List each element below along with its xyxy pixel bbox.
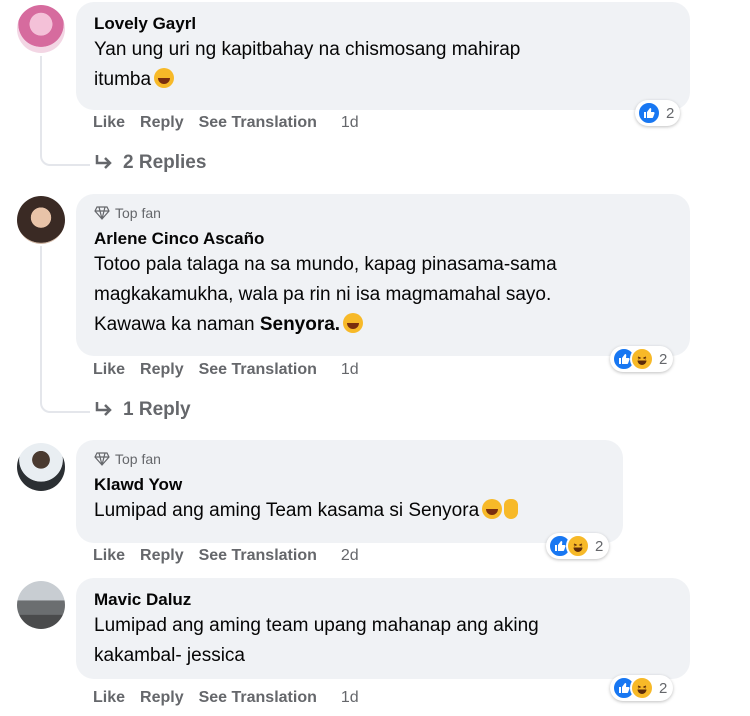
avatar[interactable] <box>17 443 65 491</box>
like-button[interactable]: Like <box>93 547 125 565</box>
grinning-emoji-icon <box>482 499 503 519</box>
comment-text: Totoo pala talaga na sa mundo, kapag pin… <box>94 254 557 335</box>
reply-button[interactable]: Reply <box>140 114 184 132</box>
haha-reaction-icon <box>630 676 654 700</box>
top-fan-badge: Top fan <box>94 450 607 468</box>
reply-button[interactable]: Reply <box>140 689 184 707</box>
comment-timestamp[interactable]: 1d <box>341 361 359 379</box>
reaction-summary[interactable]: 2 <box>546 533 610 559</box>
reply-button[interactable]: Reply <box>140 361 184 379</box>
reaction-summary[interactable]: 2 <box>610 346 674 372</box>
comment-actions: Like Reply See Translation 2d <box>93 547 374 565</box>
victory-hand-emoji-icon <box>504 499 519 519</box>
laughing-emoji-icon <box>154 68 175 88</box>
reaction-count: 2 <box>659 679 668 697</box>
see-translation-button[interactable]: See Translation <box>199 689 317 707</box>
commenter-name[interactable]: Arlene Cinco Ascaño <box>94 228 674 250</box>
reply-arrow-icon <box>95 155 112 169</box>
view-replies-button[interactable]: 1 Reply <box>93 399 191 421</box>
comment-text: Yan ung uri ng kapitbahay na chismosang … <box>94 39 521 90</box>
top-fan-badge: Top fan <box>94 204 674 222</box>
like-button[interactable]: Like <box>93 361 125 379</box>
avatar[interactable] <box>17 581 65 629</box>
haha-reaction-icon <box>630 347 654 371</box>
comment-text: Lumipad ang aming team upang mahanap ang… <box>94 615 539 666</box>
diamond-icon <box>94 452 110 466</box>
comment-bubble: Top fan Arlene Cinco Ascaño Totoo pala t… <box>76 194 690 356</box>
commenter-name[interactable]: Mavic Daluz <box>94 589 674 611</box>
reply-arrow-icon <box>95 402 112 416</box>
reaction-summary[interactable]: 2 <box>610 675 674 701</box>
haha-reaction-icon <box>566 534 590 558</box>
comment-actions: Like Reply See Translation 1d <box>93 689 374 707</box>
reply-button[interactable]: Reply <box>140 547 184 565</box>
see-translation-button[interactable]: See Translation <box>199 361 317 379</box>
comment-actions: Like Reply See Translation 1d <box>93 114 374 132</box>
see-translation-button[interactable]: See Translation <box>199 114 317 132</box>
comment-bubble: Lovely Gayrl Yan ung uri ng kapitbahay n… <box>76 2 690 110</box>
replies-count-label: 1 Reply <box>123 399 191 420</box>
comment-text: Lumipad ang aming Team kasama si Senyora <box>94 496 607 526</box>
comment-timestamp[interactable]: 1d <box>341 114 359 132</box>
diamond-icon <box>94 206 110 220</box>
like-button[interactable]: Like <box>93 689 125 707</box>
like-button[interactable]: Like <box>93 114 125 132</box>
like-reaction-icon <box>637 101 661 125</box>
reaction-summary[interactable]: 2 <box>635 100 681 126</box>
comment-timestamp[interactable]: 2d <box>341 547 359 565</box>
see-translation-button[interactable]: See Translation <box>199 547 317 565</box>
reaction-count: 2 <box>666 104 675 122</box>
view-replies-button[interactable]: 2 Replies <box>93 152 206 174</box>
commenter-name[interactable]: Lovely Gayrl <box>94 13 674 35</box>
reaction-count: 2 <box>659 350 668 368</box>
replies-count-label: 2 Replies <box>123 152 207 173</box>
avatar[interactable] <box>17 5 65 53</box>
comment-bubble: Top fan Klawd Yow Lumipad ang aming Team… <box>76 440 623 543</box>
avatar[interactable] <box>17 196 65 244</box>
rolling-laughing-emoji-icon <box>343 313 364 333</box>
comment-bubble: Mavic Daluz Lumipad ang aming team upang… <box>76 578 690 679</box>
comment-actions: Like Reply See Translation 1d <box>93 361 374 379</box>
reaction-count: 2 <box>595 537 604 555</box>
comment-timestamp[interactable]: 1d <box>341 689 359 707</box>
commenter-name[interactable]: Klawd Yow <box>94 474 607 496</box>
